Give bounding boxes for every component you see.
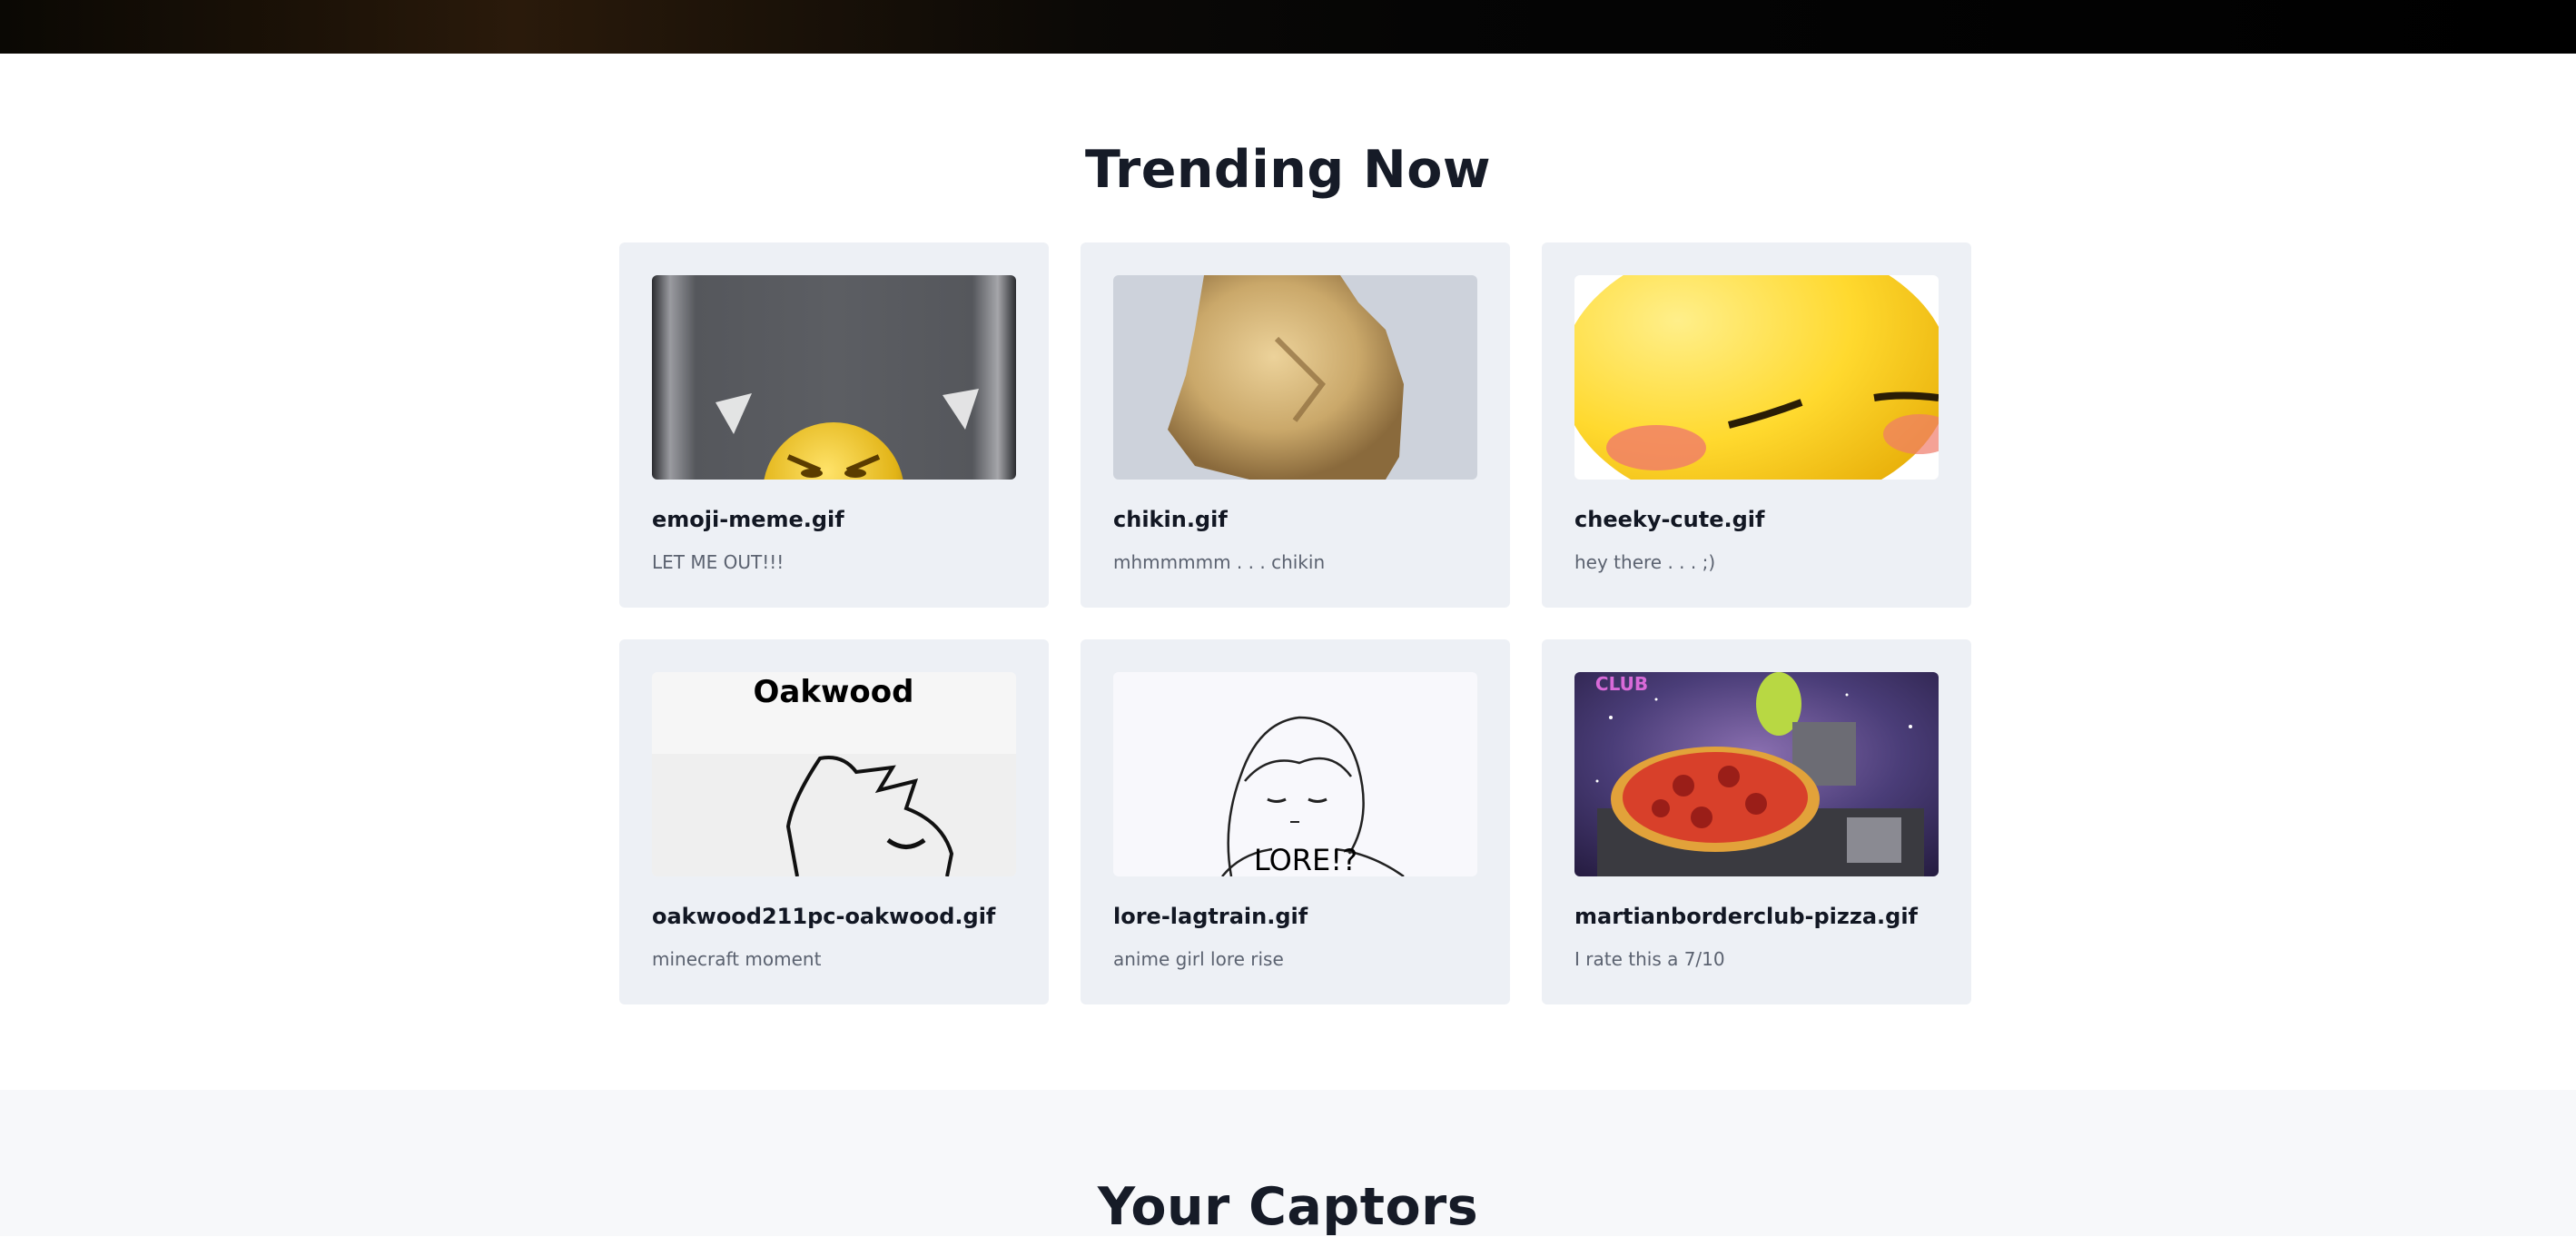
gif-description: mhmmmmm . . . chikin bbox=[1113, 551, 1326, 573]
angry-emoji-in-box-image bbox=[652, 275, 1016, 480]
lore-label: LORE!? bbox=[1254, 843, 1357, 876]
gif-description: I rate this a 7/10 bbox=[1574, 948, 1725, 970]
gif-card-chikin[interactable]: chikin.gif mhmmmmm . . . chikin bbox=[1081, 242, 1510, 608]
gif-card-lore-lagtrain[interactable]: LORE!? lore-lagtrain.gif anime girl lore… bbox=[1081, 639, 1510, 1004]
alien-dj-pizza-image: CLUB bbox=[1574, 672, 1939, 876]
gif-name: martianborderclub-pizza.gif bbox=[1574, 904, 1918, 929]
gif-name: chikin.gif bbox=[1113, 507, 1228, 532]
anime-girl-sketch-image: LORE!? bbox=[1113, 672, 1477, 876]
gif-card-martianborderclub-pizza[interactable]: CLUB martianborderclub-pizza.gif I rate … bbox=[1542, 639, 1971, 1004]
gif-card-cheeky-cute[interactable]: cheeky-cute.gif hey there . . . ;) bbox=[1542, 242, 1971, 608]
gif-name: cheeky-cute.gif bbox=[1574, 507, 1765, 532]
gif-name: emoji-meme.gif bbox=[652, 507, 844, 532]
blushing-emoji-image bbox=[1574, 275, 1939, 480]
gif-card-emoji-meme[interactable]: emoji-meme.gif LET ME OUT!!! bbox=[619, 242, 1049, 608]
gif-card-oakwood[interactable]: Oakwood oakwood211pc-oakwood.gif minecra… bbox=[619, 639, 1049, 1004]
trending-title: Trending Now bbox=[1084, 140, 1492, 200]
gif-description: minecraft moment bbox=[652, 948, 822, 970]
top-banner bbox=[0, 0, 2576, 54]
captors-title: Your Captors bbox=[1097, 1177, 1479, 1237]
gif-description: LET ME OUT!!! bbox=[652, 551, 785, 573]
captors-section: Your Captors bbox=[0, 1090, 2576, 1237]
club-label: CLUB bbox=[1595, 673, 1648, 695]
gif-grid: emoji-meme.gif LET ME OUT!!! chikin.gif … bbox=[619, 242, 1972, 1004]
gif-name: lore-lagtrain.gif bbox=[1113, 904, 1308, 929]
gif-description: hey there . . . ;) bbox=[1574, 551, 1716, 573]
oakwood-cat-sketch-image: Oakwood bbox=[652, 672, 1016, 876]
oakwood-label: Oakwood bbox=[754, 674, 914, 710]
fried-chicken-image bbox=[1113, 275, 1477, 480]
trending-section: Trending Now emoji-meme.gif LET ME OUT!!… bbox=[0, 54, 2576, 1090]
gif-description: anime girl lore rise bbox=[1113, 948, 1284, 970]
gif-name: oakwood211pc-oakwood.gif bbox=[652, 904, 996, 929]
